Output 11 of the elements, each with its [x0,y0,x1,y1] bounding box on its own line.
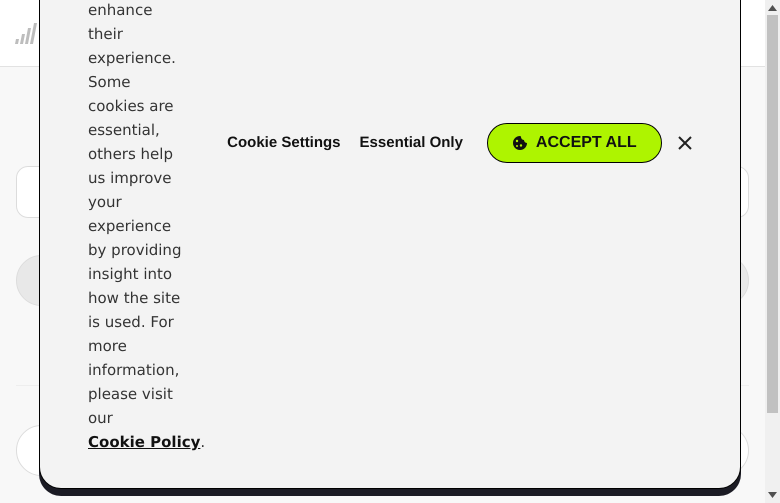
scroll-down-icon[interactable] [768,492,777,498]
cookie-policy-link[interactable]: Cookie Policy [88,433,200,451]
cookie-icon [512,135,528,151]
scrollbar-thumb[interactable] [767,15,778,413]
cookie-message: enhance their experience. Some cookies are essential, others help us improve your experience by providing insight into how the site is used. For more information, please visit our Cookie Policy. [88,0,206,453]
text-button[interactable]: Essential Only [352,124,471,162]
scroll-up-icon[interactable] [768,5,777,11]
text-button[interactable]: Cookie Settings [219,124,349,162]
scrollbar[interactable] [765,0,780,503]
accept-button[interactable]: ACCEPT ALL [486,123,662,163]
close-icon [676,135,693,151]
